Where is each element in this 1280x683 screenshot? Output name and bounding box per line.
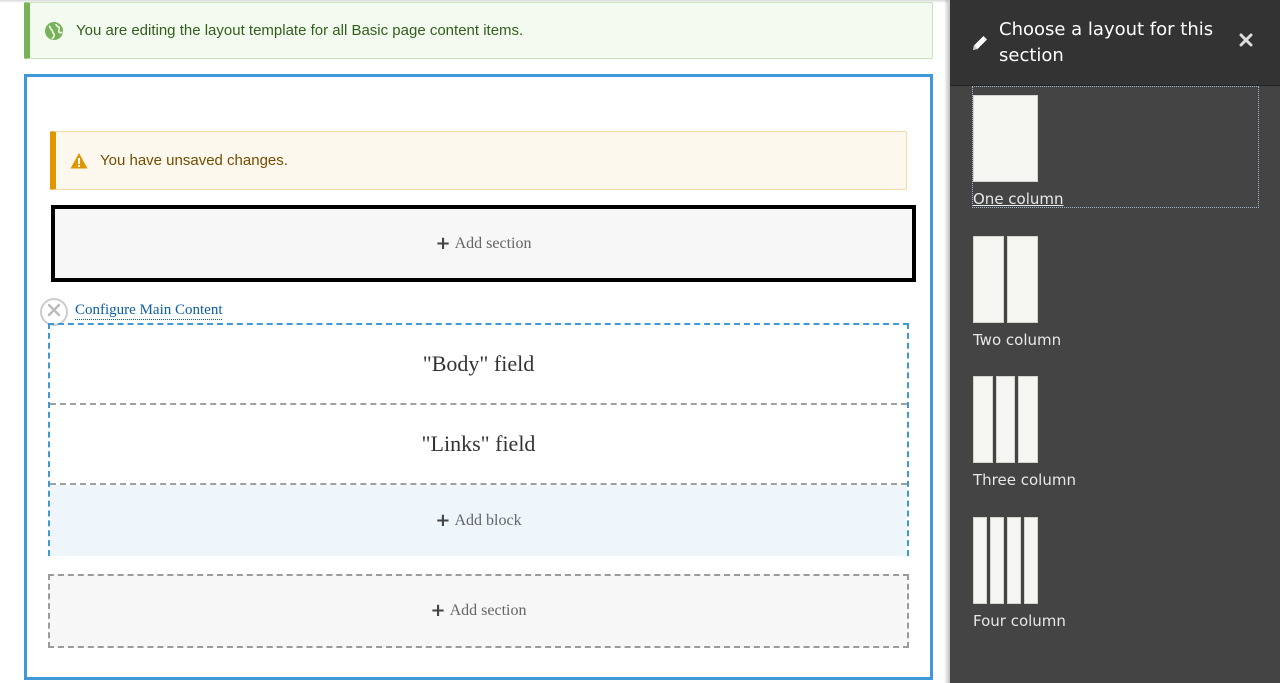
links-field-block[interactable]: "Links" field [50, 405, 907, 485]
add-block-button[interactable]: + Add block [50, 485, 907, 556]
add-section-button-bottom[interactable]: + Add section [48, 574, 909, 648]
body-field-block[interactable]: "Body" field [50, 325, 907, 405]
plus-icon: + [435, 232, 451, 254]
layout-option-four-column[interactable]: Four column [973, 509, 1258, 630]
layout-column-preview [973, 517, 987, 604]
status-message-text: You are editing the layout template for … [76, 22, 524, 39]
layout-option-three-column[interactable]: Three column [973, 368, 1258, 489]
pencil-icon [970, 33, 990, 53]
layout-column-preview [1024, 517, 1038, 604]
layout-column-preview [1007, 236, 1038, 323]
warning-message-text: You have unsaved changes. [100, 152, 288, 169]
add-section-button-top[interactable]: + Add section [51, 205, 916, 282]
close-panel-button[interactable] [1236, 32, 1256, 52]
layout-thumbnail [973, 95, 1038, 182]
layout-column-preview [973, 95, 1038, 182]
plus-icon: + [435, 509, 451, 531]
warning-triangle-icon [70, 152, 88, 170]
add-section-label: Add section [454, 234, 532, 252]
block-label: "Body" field [422, 351, 535, 376]
layout-option-label: Three column [973, 471, 1076, 489]
close-icon [1239, 33, 1253, 52]
layout-column-preview [995, 376, 1016, 463]
layout-thumbnail [973, 236, 1038, 323]
panel-header: Choose a layout for this section [950, 0, 1280, 86]
layout-option-one-column[interactable]: One column [972, 86, 1259, 208]
layout-option-label: Two column [973, 331, 1062, 349]
layout-column-preview [973, 236, 1004, 323]
layout-column-preview [973, 376, 993, 463]
close-circle-icon [47, 303, 61, 322]
layout-option-label: Four column [973, 612, 1066, 630]
layout-chooser-panel: Choose a layout for this section One col… [950, 0, 1280, 683]
layout-thumbnail [973, 376, 1038, 463]
layout-thumbnail [973, 517, 1038, 604]
add-section-label: Add section [449, 602, 527, 619]
main-content-region: "Body" field "Links" field + Add block [48, 323, 909, 556]
layout-option-label: One column [973, 190, 1064, 208]
layout-column-preview [1007, 517, 1021, 604]
remove-section-button[interactable] [40, 298, 68, 326]
block-label: "Links" field [421, 431, 536, 456]
globe-icon [44, 21, 64, 41]
layout-option-two-column[interactable]: Two column [973, 228, 1258, 349]
add-block-label: Add block [454, 511, 522, 529]
configure-section-link[interactable]: Configure Main Content [75, 302, 223, 320]
layout-column-preview [990, 517, 1004, 604]
layout-column-preview [1018, 376, 1038, 463]
plus-icon: + [430, 600, 446, 621]
status-message: You are editing the layout template for … [24, 2, 933, 59]
warning-message: You have unsaved changes. [50, 131, 907, 190]
panel-title: Choose a layout for this section [999, 19, 1214, 66]
